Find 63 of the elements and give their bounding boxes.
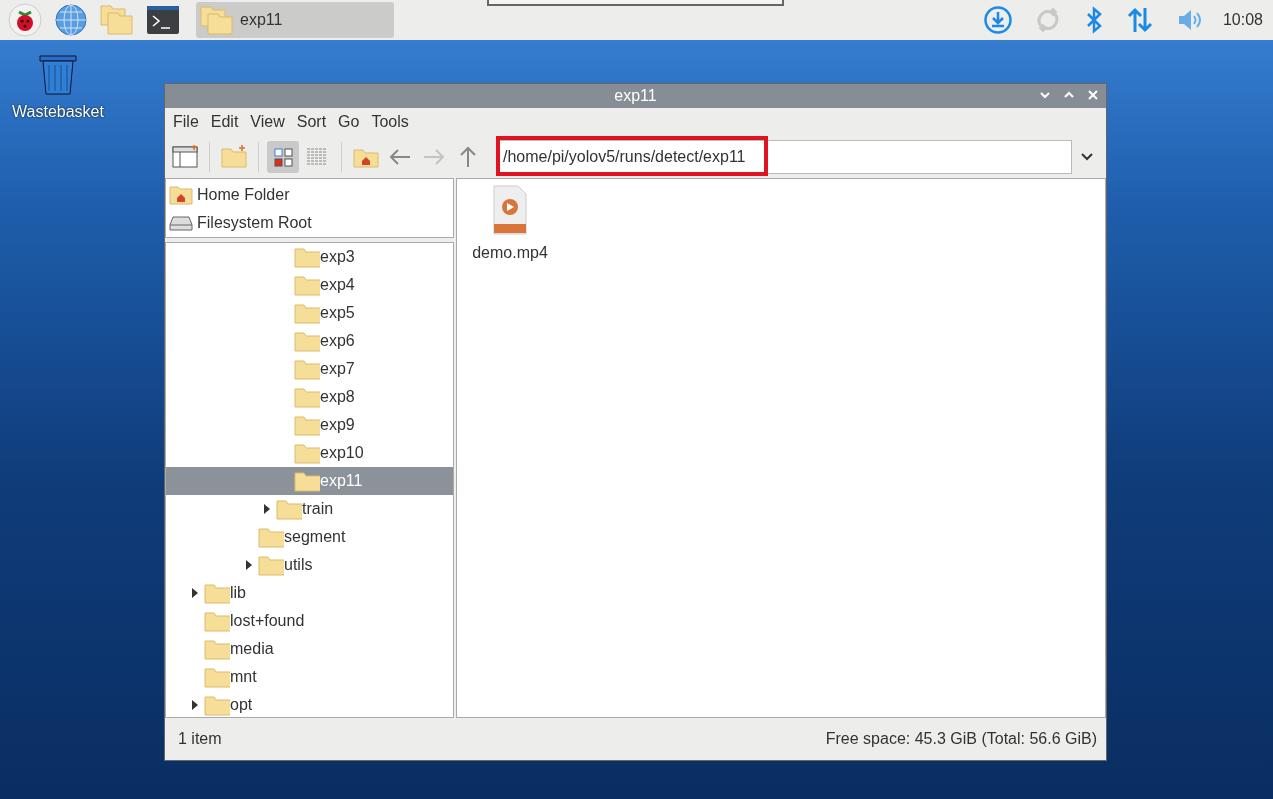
tree-item[interactable]: utils <box>166 551 453 579</box>
folder-icon <box>258 526 284 548</box>
tree-item[interactable]: exp4 <box>166 271 453 299</box>
folder-icon <box>294 442 320 464</box>
folder-icon <box>294 358 320 380</box>
tree-item[interactable]: mnt <box>166 663 453 691</box>
item-count: 1 item <box>178 729 222 749</box>
menu-item[interactable]: Edit <box>204 110 245 134</box>
folder-icon <box>294 302 320 324</box>
tree-item[interactable]: exp7 <box>166 355 453 383</box>
folder-icon <box>204 610 230 632</box>
tree-item[interactable]: segment <box>166 523 453 551</box>
places-item[interactable]: Home Folder <box>166 181 453 209</box>
menu-item[interactable]: View <box>244 110 291 134</box>
clock: 10:08 <box>1222 10 1263 30</box>
folder-icon <box>294 414 320 436</box>
task-button[interactable]: exp11 <box>196 2 394 38</box>
expander-icon[interactable] <box>191 699 199 711</box>
drive-icon <box>169 213 193 233</box>
window-title: exp11 <box>614 86 657 106</box>
tree-item[interactable]: opt <box>166 691 453 717</box>
free-space: Free space: 45.3 GiB (Total: 56.6 GiB) <box>825 729 1097 749</box>
expander-icon[interactable] <box>263 503 271 515</box>
menu-item[interactable]: Go <box>332 110 366 134</box>
folder-icon <box>204 694 230 716</box>
folder-icon <box>258 554 284 576</box>
tree-item[interactable]: media <box>166 635 453 663</box>
globe-icon[interactable] <box>54 3 88 37</box>
folder-icon <box>276 498 302 520</box>
video-file[interactable]: demo.mp4 <box>471 185 549 265</box>
places-item[interactable]: Filesystem Root <box>166 209 453 237</box>
tree-item[interactable]: exp9 <box>166 411 453 439</box>
tree-item[interactable]: exp3 <box>166 243 453 271</box>
close-icon[interactable] <box>1086 88 1100 102</box>
tree-item[interactable]: exp5 <box>166 299 453 327</box>
icon-view-button[interactable] <box>267 141 299 173</box>
tree-item[interactable]: lib <box>166 579 453 607</box>
tree-item[interactable]: train <box>166 495 453 523</box>
desktop-icon-label[interactable]: Wastebasket <box>12 100 104 124</box>
tree-item[interactable]: lost+found <box>166 607 453 635</box>
raspberry-icon[interactable] <box>8 3 42 37</box>
folder-icon <box>294 470 320 492</box>
folder-icon <box>294 330 320 352</box>
menu-item[interactable]: File <box>167 110 205 134</box>
menu-item[interactable]: Sort <box>290 110 333 134</box>
folders-icon <box>200 5 234 35</box>
expander-icon[interactable] <box>245 559 253 571</box>
home-folder-icon <box>169 185 193 205</box>
wastebasket-icon[interactable] <box>36 52 80 96</box>
folder-icon <box>294 274 320 296</box>
terminal-icon[interactable] <box>146 3 180 37</box>
folder-icon <box>294 246 320 268</box>
menu-item[interactable]: Tools <box>365 110 415 134</box>
folder-icon <box>294 386 320 408</box>
video-file-icon <box>492 185 528 235</box>
folder-icon <box>204 582 230 604</box>
tree-item[interactable]: exp8 <box>166 383 453 411</box>
folder-icon <box>204 638 230 660</box>
folder-icon <box>204 666 230 688</box>
expander-icon[interactable] <box>191 587 199 599</box>
download-icon[interactable] <box>982 5 1013 35</box>
tree-item[interactable]: exp6 <box>166 327 453 355</box>
tree-item[interactable]: exp10 <box>166 439 453 467</box>
